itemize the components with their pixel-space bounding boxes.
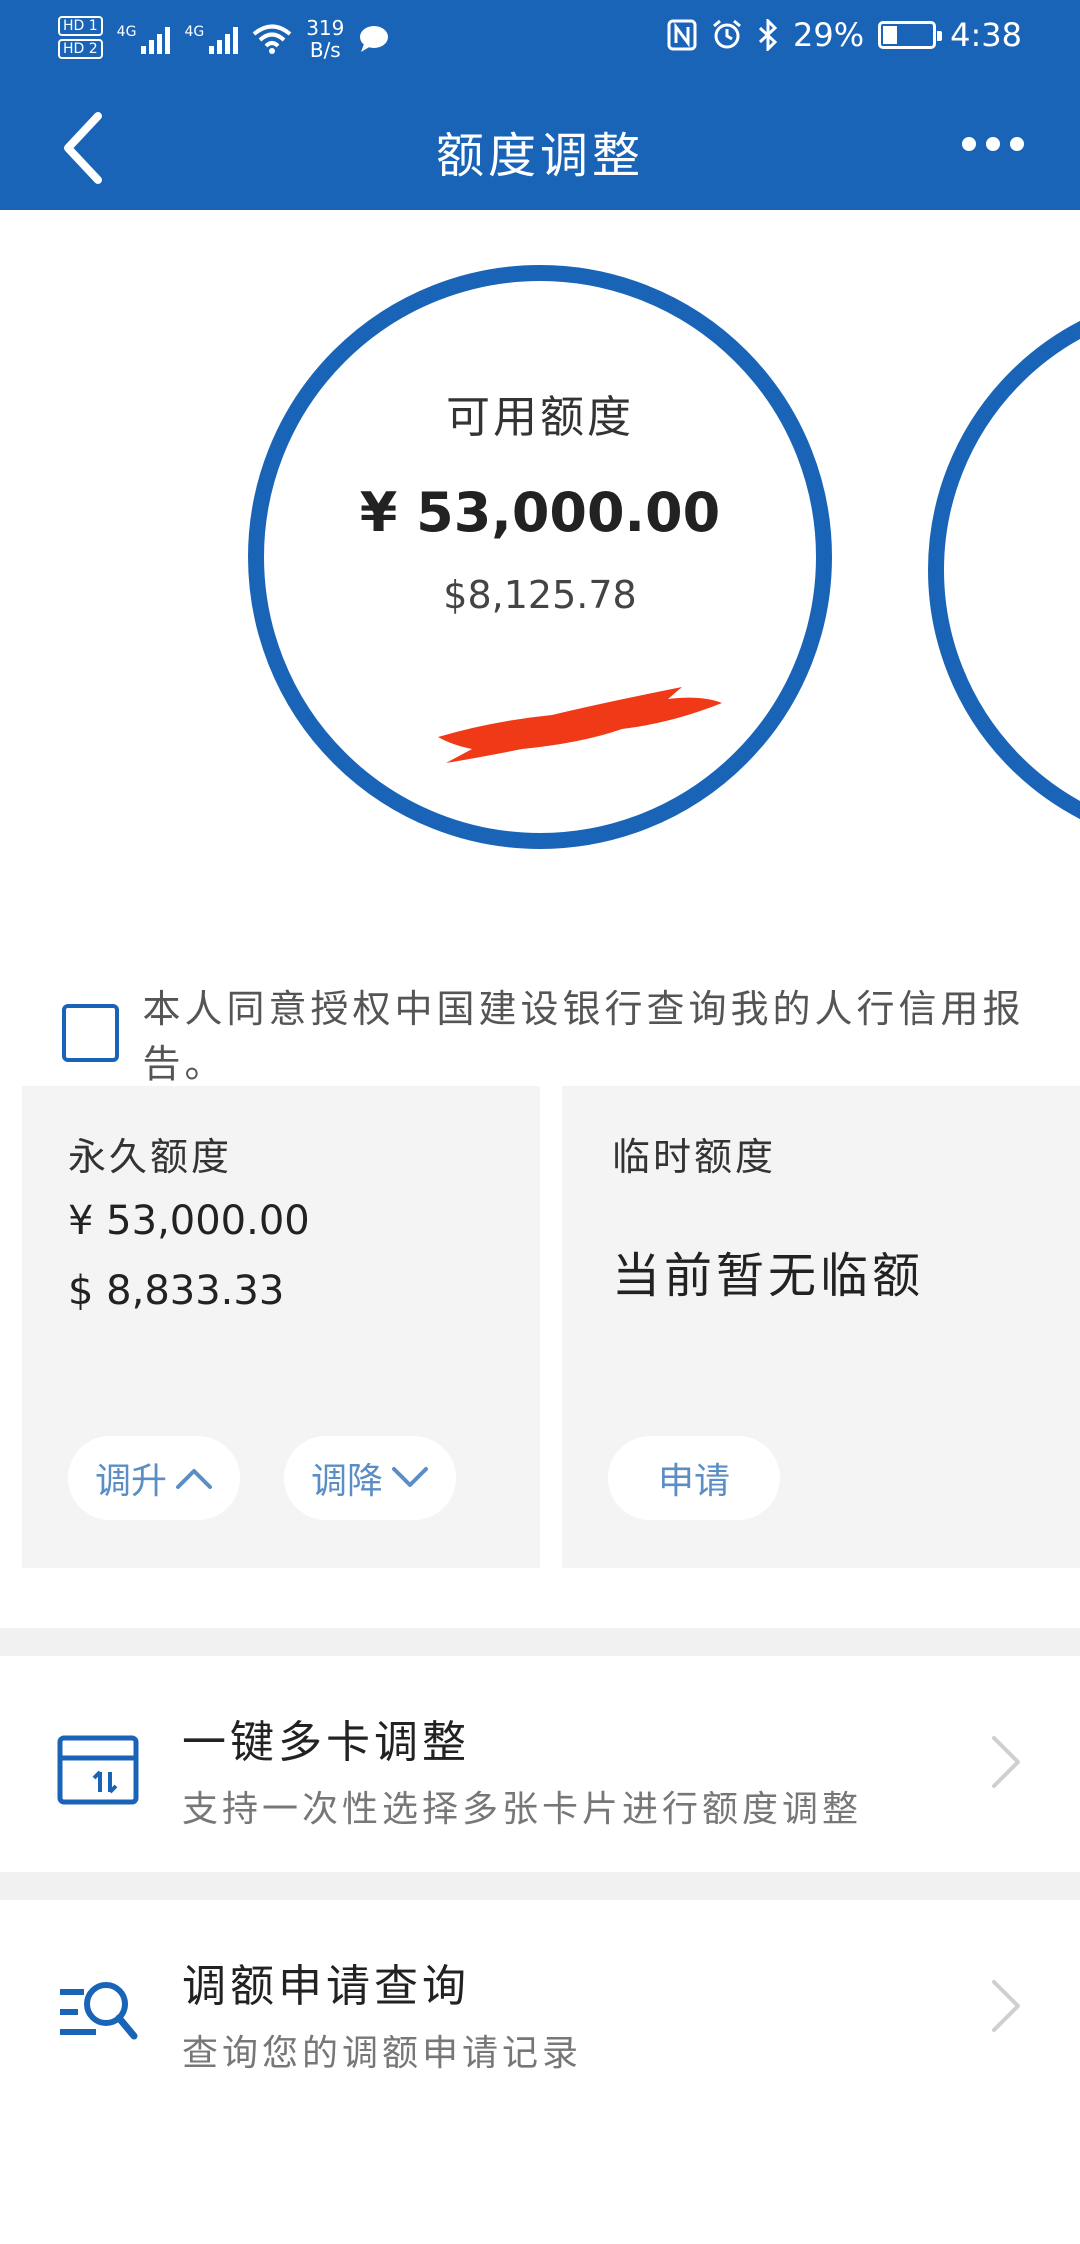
permanent-credit-cny: ¥ 53,000.00 [68, 1198, 310, 1244]
speed-value: 319 [306, 16, 345, 40]
wifi-icon [252, 24, 292, 54]
available-credit-cny: ¥ 53,000.00 [359, 481, 721, 544]
battery-percent: 29% [793, 16, 865, 54]
page: HD 1 HD 2 4G 4G 319 B/s 29% 4:38 额度调整 可用… [0, 0, 1080, 2244]
redaction-mark [438, 687, 722, 763]
decrease-button[interactable]: 调降 [284, 1436, 456, 1520]
list-item-subtitle: 查询您的调额申请记录 [182, 2033, 583, 2074]
consent-row: 本人同意授权中国建设银行查询我的人行信用报告。 [62, 978, 1080, 1088]
nfc-icon [667, 19, 697, 51]
battery-icon [878, 21, 943, 49]
nav-bar: 额度调整 [0, 80, 1080, 210]
increase-button[interactable]: 调升 [68, 1436, 240, 1520]
next-credit-card-peek[interactable] [928, 290, 1080, 850]
network-speed: 319 B/s [306, 17, 344, 61]
status-left: HD 1 HD 2 4G 4G 319 B/s [58, 16, 390, 62]
apply-label: 申请 [657, 1461, 730, 1502]
available-credit-card[interactable]: 可用额度 ¥ 53,000.00 $8,125.78 [248, 265, 832, 849]
apply-button[interactable]: 申请 [608, 1436, 780, 1520]
section-divider [0, 1628, 1080, 1656]
chat-bubble-icon [360, 26, 389, 52]
signal-icon-sim2: 4G [184, 24, 239, 54]
chevron-right-icon [992, 1980, 1020, 2032]
decrease-label: 调降 [310, 1461, 383, 1502]
consent-text: 本人同意授权中国建设银行查询我的人行信用报告。 [142, 987, 1025, 1086]
more-dot-icon [986, 137, 1000, 151]
list-item-adjust-request-query[interactable]: 调额申请查询 查询您的调额申请记录 [0, 1900, 1080, 2110]
permanent-credit-usd: $ 8,833.33 [68, 1268, 285, 1314]
more-dot-icon [962, 137, 976, 151]
signal-icon-sim1: 4G [117, 24, 171, 54]
permanent-credit-title: 永久额度 [68, 1135, 233, 1179]
more-dot-icon [1010, 137, 1024, 151]
speed-unit: B/s [309, 38, 341, 62]
consent-checkbox[interactable] [62, 1004, 119, 1062]
list-item-subtitle: 支持一次性选择多张卡片进行额度调整 [182, 1789, 863, 1830]
list-item-title: 一键多卡调整 [182, 1717, 470, 1768]
hd-badges: HD 1 HD 2 [58, 16, 103, 62]
list-item-multi-card-adjust[interactable]: 一键多卡调整 支持一次性选择多张卡片进行额度调整 [0, 1656, 1080, 1866]
hd-badge-1: HD 1 [58, 16, 103, 36]
card-adjust-icon [57, 1735, 139, 1805]
app-header: HD 1 HD 2 4G 4G 319 B/s 29% 4:38 额度调整 [0, 0, 1080, 210]
no-temporary-credit-text: 当前暂无临额 [612, 1248, 925, 1304]
bluetooth-icon [758, 19, 778, 51]
temporary-credit-title: 临时额度 [612, 1135, 777, 1179]
network-type-1: 4G [116, 24, 137, 40]
increase-label: 调升 [94, 1461, 167, 1502]
chevron-right-icon [992, 1736, 1020, 1788]
temporary-credit-panel: 临时额度 当前暂无临额 申请 [562, 1086, 1080, 1568]
more-options-button[interactable] [958, 124, 1028, 164]
chevron-down-icon [392, 1467, 428, 1487]
available-credit-label: 可用额度 [446, 392, 634, 443]
alarm-icon [713, 19, 741, 49]
list-item-title: 调额申请查询 [182, 1961, 470, 2012]
status-bar: HD 1 HD 2 4G 4G 319 B/s 29% 4:38 [0, 0, 1080, 80]
hd-badge-2: HD 2 [58, 39, 103, 59]
status-right: 29% 4:38 [667, 16, 1022, 54]
chevron-up-icon [176, 1469, 212, 1489]
battery-level [883, 26, 898, 44]
search-list-icon [60, 1982, 138, 2040]
network-type-2: 4G [184, 24, 205, 40]
clock-time: 4:38 [950, 16, 1022, 54]
section-divider [0, 1872, 1080, 1900]
page-title: 额度调整 [435, 128, 644, 184]
available-credit-usd: $8,125.78 [443, 573, 637, 617]
permanent-credit-panel: 永久额度 ¥ 53,000.00 $ 8,833.33 调升 调降 [22, 1086, 540, 1568]
